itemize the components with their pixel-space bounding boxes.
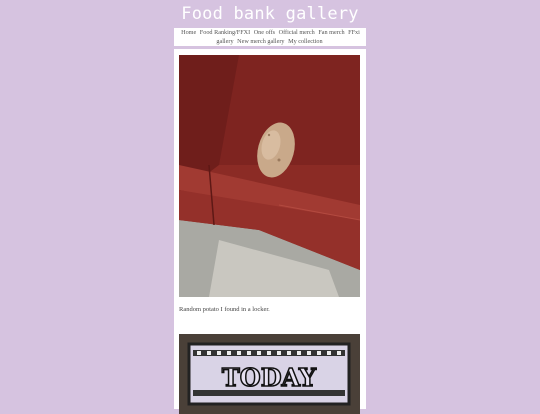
today-sign-photo[interactable]: TODAY [179, 334, 360, 414]
potato-photo[interactable] [179, 55, 360, 297]
site-title[interactable]: Food bank gallery [172, 4, 368, 24]
post-card: Random potato I found in a locker. TODAY [174, 49, 366, 414]
nav-item-new-merch-gallery[interactable]: New merch gallery [237, 38, 284, 45]
photo-caption: Random potato I found in a locker. [179, 306, 270, 313]
nav-item-food-ranking[interactable]: Food Ranking/FFXI [200, 29, 250, 36]
nav-item-official-merch[interactable]: Official merch [279, 29, 315, 36]
nav-item-fan-merch[interactable]: Fan merch [318, 29, 344, 36]
nav-item-home[interactable]: Home [181, 29, 196, 36]
potato-photo-image [179, 55, 360, 297]
sign-text: TODAY [222, 363, 317, 392]
nav-bar: Home Food Ranking/FFXI One offs Official… [174, 28, 366, 46]
nav-item-my-collection[interactable]: My collection [288, 38, 323, 45]
nav-item-one-offs[interactable]: One offs [254, 29, 275, 36]
today-sign-image: TODAY [179, 334, 360, 414]
